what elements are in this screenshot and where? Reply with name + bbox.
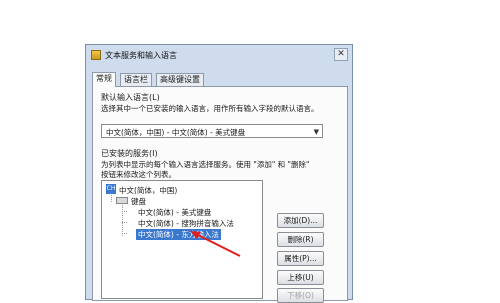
annotation-arrow — [190, 231, 241, 257]
annotation-arrow-line — [195, 233, 241, 257]
tab-general[interactable]: 常规 — [92, 72, 116, 87]
